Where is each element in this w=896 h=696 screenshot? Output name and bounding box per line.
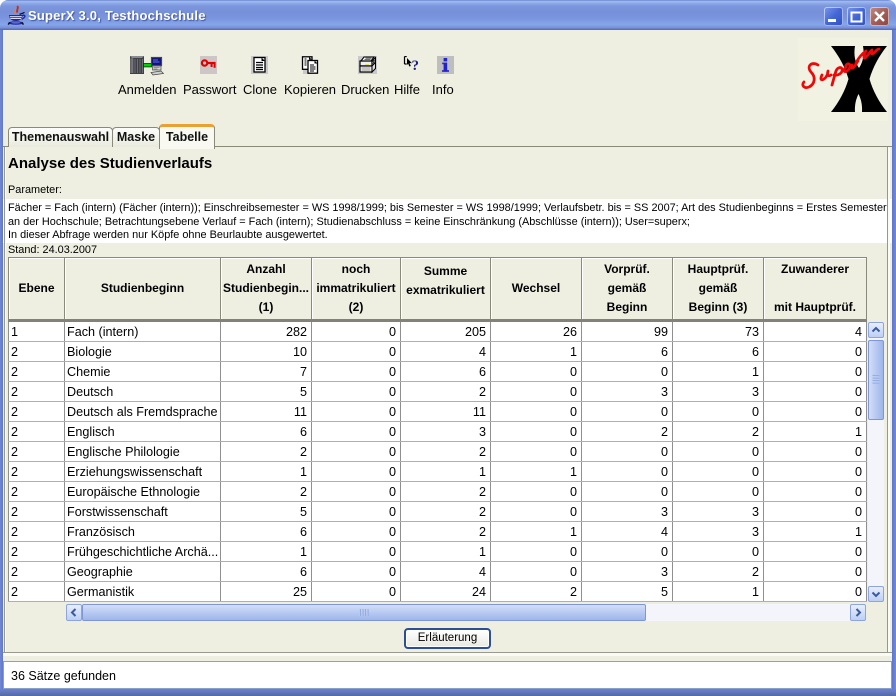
svg-text:?: ? — [412, 58, 420, 72]
